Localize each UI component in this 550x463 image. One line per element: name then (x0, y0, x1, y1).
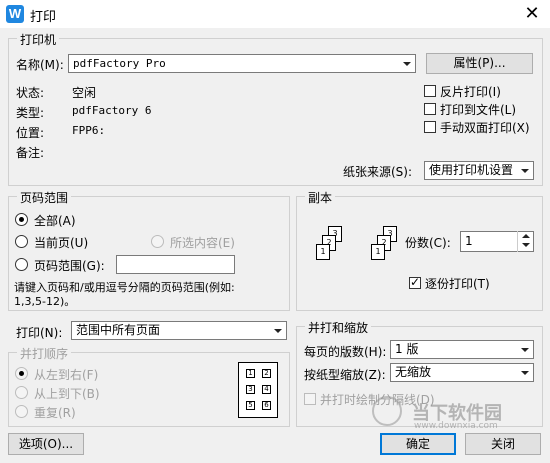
status-label: 状态: (16, 86, 45, 100)
paper-source-value: 使用打印机设置 (429, 163, 514, 177)
range-hint-line2: 1,3,5-12)。 (14, 295, 76, 308)
spin-up-icon (522, 234, 530, 238)
collate-label: 逐份打印(T) (425, 277, 490, 291)
order-ltr-label: 从左到右(F) (34, 368, 99, 382)
pages-per-sheet-select[interactable]: 1 版 (390, 340, 534, 359)
copies-group: 副本 (296, 189, 543, 311)
spin-down-icon (522, 243, 530, 247)
copies-label: 份数(C): (405, 236, 451, 250)
paper-source-select[interactable]: 使用打印机设置 (424, 161, 534, 180)
print-to-file-label: 打印到文件(L) (440, 103, 517, 117)
watermark-logo-icon (372, 396, 402, 426)
printer-name-label: 名称(M): (16, 58, 64, 72)
chevron-down-icon (270, 322, 286, 339)
order-ttb-label: 从上到下(B) (34, 387, 100, 401)
chevron-down-icon (517, 341, 533, 358)
range-all-radio[interactable] (15, 213, 28, 226)
printer-name-select[interactable]: pdfFactory Pro (68, 54, 416, 73)
paper-source-label: 纸张来源(S): (343, 165, 413, 179)
reverse-print-checkbox[interactable] (424, 85, 436, 97)
collate-checkbox[interactable] (409, 275, 421, 289)
zoom-group-label: 并打和缩放 (305, 319, 372, 336)
order-repeat-label: 重复(R) (34, 406, 76, 420)
copies-spinner[interactable] (517, 231, 533, 252)
print-order-preview-icon: 1 2 3 4 5 6 (238, 362, 278, 418)
comment-label: 备注: (16, 146, 45, 160)
scale-to-paper-select[interactable]: 无缩放 (390, 363, 534, 382)
order-repeat-radio[interactable] (15, 405, 28, 418)
copies-value: 1 (465, 234, 473, 248)
printer-group-label: 打印机 (17, 31, 60, 48)
order-ttb-radio[interactable] (15, 386, 28, 399)
window-title: 打印 (30, 10, 57, 25)
wps-app-icon: W (6, 5, 24, 23)
print-what-value: 范围中所有页面 (76, 323, 161, 337)
manual-duplex-label: 手动双面打印(X) (440, 121, 530, 135)
print-to-file-checkbox[interactable] (424, 103, 436, 115)
status-value: 空闲 (72, 86, 97, 100)
chevron-down-icon (517, 364, 533, 381)
printer-name-value: pdfFactory Pro (73, 57, 166, 70)
close-button[interactable]: 关闭 (465, 433, 541, 455)
chevron-down-icon (399, 55, 415, 72)
scale-to-paper-value: 无缩放 (395, 365, 432, 379)
range-selection-radio[interactable] (151, 235, 164, 248)
range-selection-label: 所选内容(E) (170, 236, 235, 250)
draw-borders-checkbox[interactable] (304, 393, 316, 405)
title-bar: W 打印 ✕ (0, 0, 550, 28)
range-current-label: 当前页(U) (34, 236, 89, 250)
print-what-label: 打印(N): (16, 326, 63, 340)
pages-per-sheet-value: 1 版 (395, 342, 419, 356)
options-button[interactable]: 选项(O)... (8, 433, 84, 455)
range-all-label: 全部(A) (34, 214, 76, 228)
type-label: 类型: (16, 106, 45, 120)
order-ltr-radio[interactable] (15, 367, 28, 380)
watermark-url: www.downxia.com (414, 421, 498, 431)
scale-to-paper-label: 按纸型缩放(Z): (304, 368, 386, 382)
chevron-down-icon (517, 162, 533, 179)
page-range-group-label: 页码范围 (17, 189, 72, 206)
reverse-print-label: 反片打印(I) (440, 85, 501, 99)
copies-input[interactable]: 1 (460, 231, 534, 252)
properties-button[interactable]: 属性(P)... (426, 53, 533, 74)
where-label: 位置: (16, 126, 45, 140)
copies-group-label: 副本 (305, 189, 336, 206)
pages-per-sheet-label: 每页的版数(H): (304, 345, 387, 359)
range-pages-label: 页码范围(G): (34, 259, 105, 273)
print-order-group-label: 并打顺序 (17, 345, 72, 362)
range-pages-radio[interactable] (15, 258, 28, 271)
manual-duplex-checkbox[interactable] (424, 121, 436, 133)
print-what-select[interactable]: 范围中所有页面 (71, 321, 287, 340)
close-icon[interactable]: ✕ (520, 2, 544, 26)
page-range-input[interactable] (116, 255, 235, 274)
type-value: pdfFactory 6 (72, 104, 152, 117)
print-dialog: W 打印 ✕ 打印机 名称(M): pdfFactory Pro 属性(P)..… (0, 0, 550, 463)
where-value: FPP6: (72, 124, 106, 137)
ok-button[interactable]: 确定 (380, 433, 456, 455)
range-current-radio[interactable] (15, 235, 28, 248)
